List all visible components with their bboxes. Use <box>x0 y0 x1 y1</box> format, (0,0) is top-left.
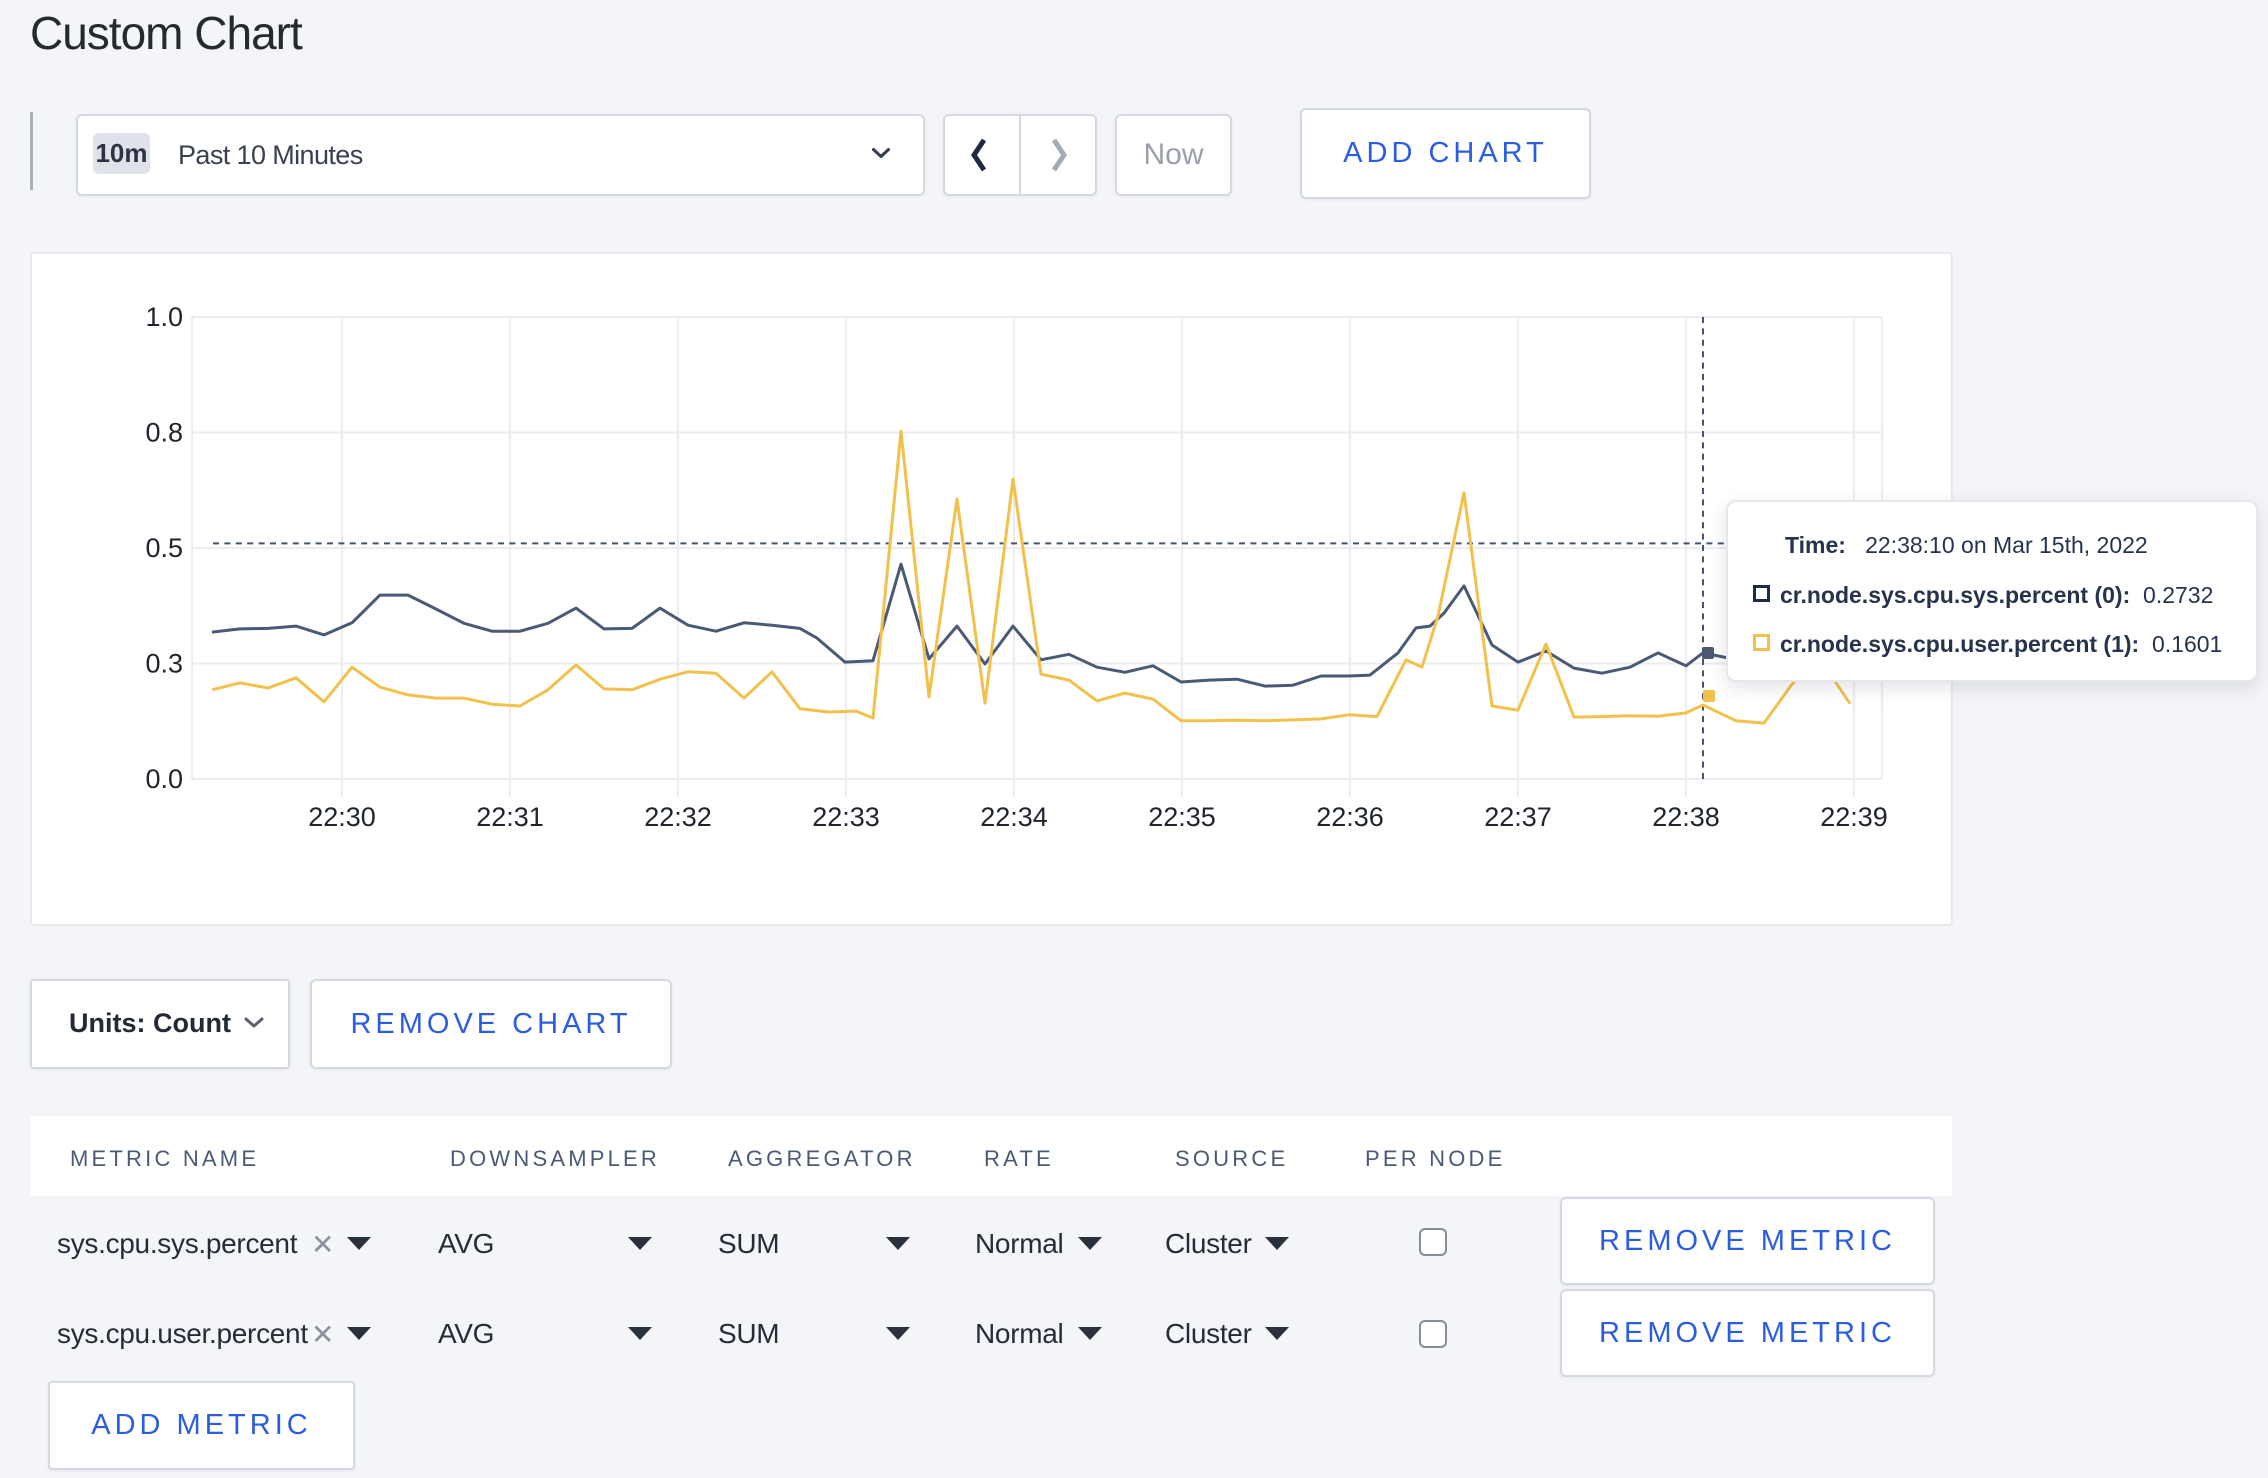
svg-text:22:31: 22:31 <box>476 802 544 832</box>
svg-text:0.5: 0.5 <box>145 533 183 563</box>
svg-text:0.3: 0.3 <box>145 649 183 679</box>
svg-text:22:33: 22:33 <box>812 802 880 832</box>
svg-text:22:36: 22:36 <box>1316 802 1384 832</box>
svg-text:22:37: 22:37 <box>1484 802 1552 832</box>
svg-text:22:30: 22:30 <box>308 802 376 832</box>
svg-text:1.0: 1.0 <box>145 302 183 332</box>
svg-text:22:35: 22:35 <box>1148 802 1216 832</box>
svg-text:22:39: 22:39 <box>1820 802 1888 832</box>
svg-text:0.0: 0.0 <box>145 764 183 794</box>
svg-text:22:38: 22:38 <box>1652 802 1720 832</box>
svg-text:22:32: 22:32 <box>644 802 712 832</box>
svg-text:22:34: 22:34 <box>980 802 1048 832</box>
svg-text:0.8: 0.8 <box>145 418 183 448</box>
